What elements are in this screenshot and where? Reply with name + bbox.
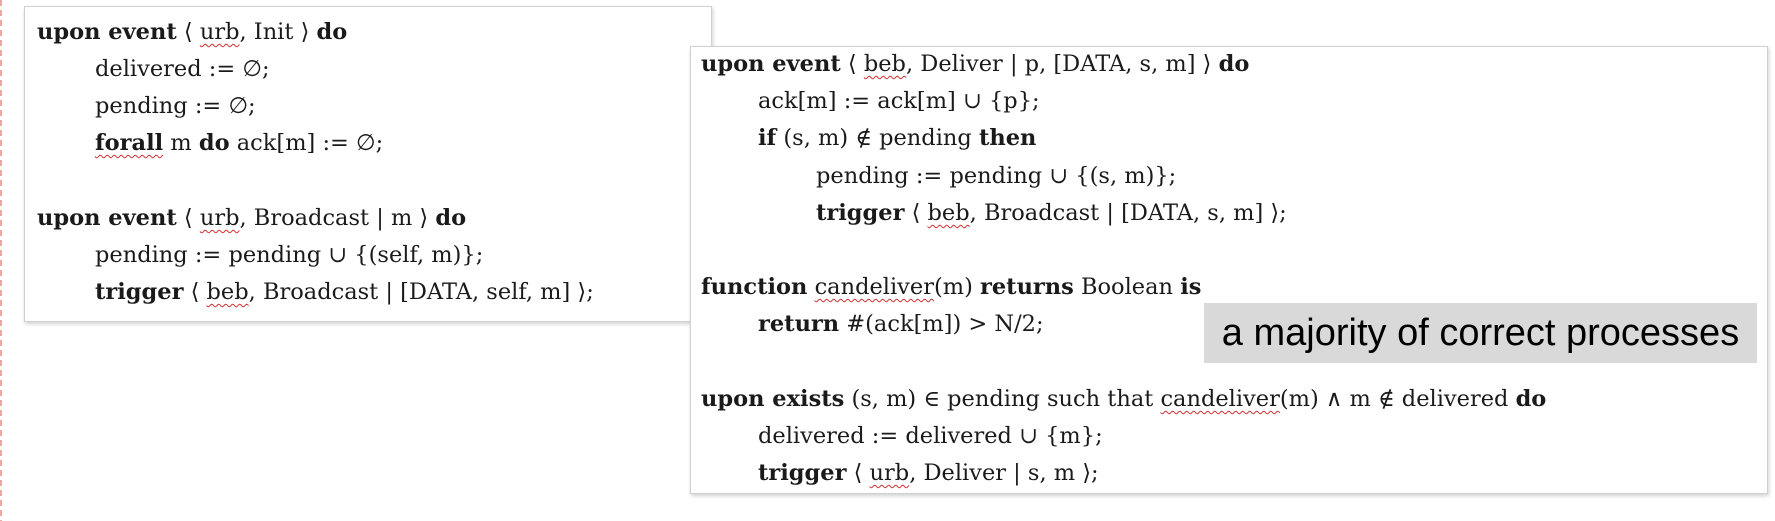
code-line-upon-broadcast: upon event ⟨ urb, Broadcast | m ⟩ do <box>37 205 467 231</box>
code-line-if-not-pending: if (s, m) ∉ pending then <box>758 125 1037 151</box>
code-line-upon-init: upon event ⟨ urb, Init ⟩ do <box>37 19 348 45</box>
code-line-ack-add: ack[m] := ack[m] ∪ {p}; <box>758 88 1040 114</box>
majority-annotation: a majority of correct processes <box>1204 303 1757 363</box>
code-line-pending-add: pending := pending ∪ {(s, m)}; <box>816 163 1177 189</box>
code-line-pending-init: pending := ∅; <box>95 93 256 119</box>
code-line-trigger-beb-broadcast: trigger ⟨ beb, Broadcast | [DATA, self, … <box>95 279 594 305</box>
code-line-upon-exists: upon exists (s, m) ∈ pending such that c… <box>701 386 1547 412</box>
code-line-forall-ack: forall m do ack[m] := ∅; <box>95 130 384 156</box>
code-line-function-candeliver: function candeliver(m) returns Boolean i… <box>701 274 1202 300</box>
code-line-pending-add-self: pending := pending ∪ {(self, m)}; <box>95 242 484 268</box>
code-card-deliver: upon event ⟨ beb, Deliver | p, [DATA, s,… <box>690 46 1768 494</box>
code-line-return-majority: return #(ack[m]) > N/2; <box>758 311 1044 337</box>
left-edge-marker <box>0 0 2 521</box>
code-line-delivered-add: delivered := delivered ∪ {m}; <box>758 423 1103 449</box>
code-line-upon-beb-deliver: upon event ⟨ beb, Deliver | p, [DATA, s,… <box>701 51 1250 77</box>
code-line-delivered-init: delivered := ∅; <box>95 56 270 82</box>
code-line-trigger-urb-deliver: trigger ⟨ urb, Deliver | s, m ⟩; <box>758 460 1099 486</box>
code-line-trigger-rebroadcast: trigger ⟨ beb, Broadcast | [DATA, s, m] … <box>816 200 1287 226</box>
code-card-init-broadcast: upon event ⟨ urb, Init ⟩ do delivered :=… <box>24 6 712 322</box>
